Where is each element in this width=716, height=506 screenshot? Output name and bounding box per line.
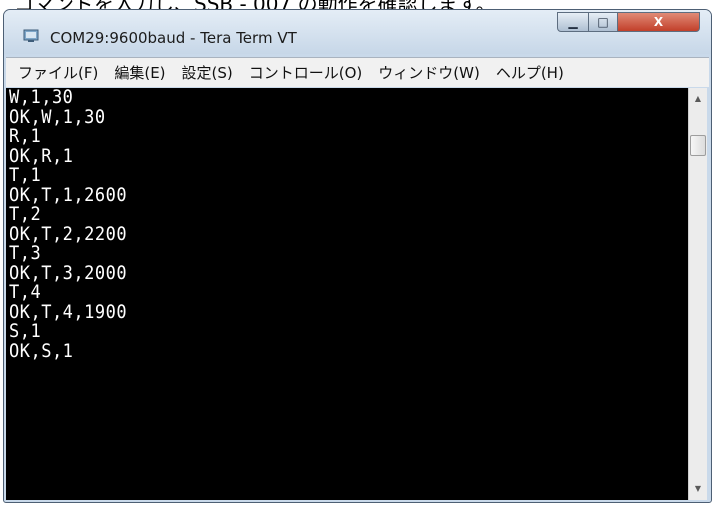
down-arrow-icon[interactable]: ▼ [689,480,707,498]
terminal-line: OK,S,1 [9,340,74,363]
terminal-line: T,3 [9,242,42,265]
close-button[interactable]: X [617,12,700,32]
menu-control[interactable]: コントロール(O) [249,62,363,83]
terminal-line: T,1 [9,164,42,187]
title-bar[interactable]: COM29:9600baud - Tera Term VT ▁ □ X [4,10,711,54]
menu-window[interactable]: ウィンドウ(W) [378,62,480,83]
terminal-line: OK,W,1,30 [9,106,106,129]
window-title: COM29:9600baud - Tera Term VT [50,29,297,47]
scrollbar-thumb[interactable] [690,135,706,156]
terminal-output[interactable]: W,1,30 OK,W,1,30 R,1 OK,R,1 T,1 OK,T,1,2… [6,88,688,500]
menu-file[interactable]: ファイル(F) [18,62,98,83]
minimize-button[interactable]: ▁ [557,12,589,32]
terminal-line: OK,T,3,2000 [9,262,128,285]
up-arrow-icon[interactable]: ▲ [689,90,707,108]
teraterm-icon [23,28,39,42]
terminal-line: OK,T,2,2200 [9,223,128,246]
terminal-line: OK,T,4,1900 [9,301,128,324]
terminal-line: S,1 [9,320,42,343]
terminal-line: OK,T,1,2600 [9,184,128,207]
teraterm-window: COM29:9600baud - Tera Term VT ▁ □ X ファイル… [3,9,712,503]
menu-setup[interactable]: 設定(S) [182,62,233,83]
vertical-scrollbar[interactable]: ▲ ▼ [688,88,707,500]
terminal-line: R,1 [9,125,42,148]
maximize-button[interactable]: □ [588,12,618,32]
menu-edit[interactable]: 編集(E) [114,62,165,83]
terminal-line: T,4 [9,281,42,304]
terminal-line: T,2 [9,203,42,226]
terminal-line: OK,R,1 [9,145,74,168]
terminal-line: W,1,30 [9,88,74,109]
menu-bar: ファイル(F) 編集(E) 設定(S) コントロール(O) ウィンドウ(W) ヘ… [6,57,709,87]
menu-help[interactable]: ヘルプ(H) [496,62,564,83]
